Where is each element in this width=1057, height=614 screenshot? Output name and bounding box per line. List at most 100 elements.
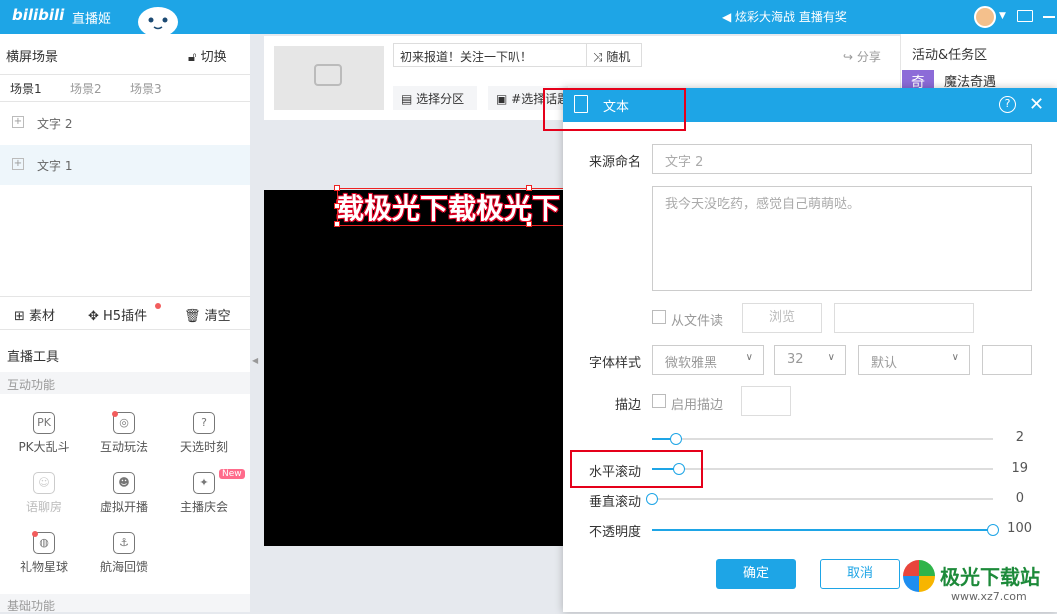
watermark-logo-icon <box>903 560 935 592</box>
tag-icon: ▣ <box>496 92 512 106</box>
resize-handle[interactable] <box>526 185 532 191</box>
switch-button[interactable]: 🔓︎ 切换 <box>188 46 227 65</box>
source-name-input[interactable]: 文字 2 <box>652 144 1032 174</box>
announcement-text[interactable]: ◀ 炫彩大海战 直播有奖 <box>722 8 847 25</box>
stroke-width-slider[interactable] <box>652 433 993 445</box>
highlight-frame <box>543 88 686 131</box>
tv-placeholder-icon <box>314 64 342 86</box>
add-material-button[interactable]: ⊞ 素材 <box>14 305 55 324</box>
source-item[interactable]: + 文字 1 <box>0 145 250 185</box>
font-weight-select[interactable]: 默认 ∨ <box>858 345 970 375</box>
horizontal-scroll-value: 19 <box>1011 461 1028 476</box>
tool-virtual-live[interactable]: ☻ 虚拟开播 <box>84 472 164 515</box>
minimize-icon[interactable] <box>1043 16 1055 18</box>
tab-scene-3[interactable]: 场景3 <box>130 80 162 97</box>
virtual-avatar-icon: ☻ <box>113 472 135 494</box>
new-badge: New <box>219 469 245 479</box>
tool-interactive-play[interactable]: ◎ 互动玩法 <box>84 412 164 455</box>
confirm-button[interactable]: 确定 <box>716 559 796 589</box>
preview-canvas[interactable] <box>264 190 564 546</box>
lottery-card-icon: ? <box>193 412 215 434</box>
lock-icon: 🔓︎ <box>188 50 201 65</box>
party-popper-icon: ✦ <box>193 472 215 494</box>
activity-title: 活动&任务区 <box>912 48 988 63</box>
resize-handle[interactable] <box>334 221 340 227</box>
user-avatar[interactable] <box>974 6 996 28</box>
slider-knob[interactable] <box>646 493 658 505</box>
mascot-icon <box>138 7 178 34</box>
file-path-input[interactable] <box>834 303 974 333</box>
interactive-section-label: 互动功能 <box>7 378 56 392</box>
speaker-icon: ◀ <box>722 10 736 24</box>
tool-lottery[interactable]: ? 天选时刻 <box>164 412 244 455</box>
horizontal-scroll-slider[interactable] <box>652 463 993 475</box>
tool-voyage-reward[interactable]: ⚓︎ 航海回馈 <box>84 532 164 575</box>
vertical-scroll-slider[interactable] <box>646 493 993 505</box>
vertical-scroll-label: 垂直滚动 <box>588 495 641 510</box>
tab-scene-1[interactable]: 场景1 <box>10 80 42 97</box>
plus-square-icon: ⊞ <box>14 309 30 324</box>
browse-button[interactable]: 浏览 <box>742 303 822 333</box>
chevron-down-icon: ∨ <box>827 352 835 363</box>
scene-tabs: 场景1 场景2 场景3 <box>0 74 250 102</box>
help-icon[interactable]: ? <box>999 96 1016 113</box>
notification-dot <box>32 531 38 537</box>
select-area-button[interactable]: ▤ 选择分区 <box>393 86 477 110</box>
chevron-down-icon: ∨ <box>745 352 753 363</box>
font-color-picker[interactable] <box>982 345 1032 375</box>
room-title-input[interactable]: 初来报道！关注一下叭！ <box>393 43 587 67</box>
tab-scene-2[interactable]: 场景2 <box>70 80 102 97</box>
expand-icon[interactable]: + <box>12 116 24 128</box>
opacity-value: 100 <box>1007 521 1032 536</box>
notification-dot <box>112 411 118 417</box>
resize-handle[interactable] <box>334 203 340 209</box>
text-content-area[interactable]: 我今天没吃药，感觉自己萌萌哒。 <box>652 186 1032 291</box>
notification-dot <box>155 303 161 309</box>
pk-icon: PK <box>33 412 55 434</box>
share-button[interactable]: ↪ 分享 <box>843 48 881 65</box>
scene-title: 横屏场景 <box>6 50 59 65</box>
random-button[interactable]: ⤨ 随机 <box>587 43 642 67</box>
enable-stroke-checkbox[interactable] <box>652 394 666 408</box>
font-size-select[interactable]: 32 ∨ <box>774 345 846 375</box>
tool-voice-room[interactable]: ☺ 语聊房 <box>4 472 84 515</box>
bilibili-logo: bilibili <box>12 6 65 24</box>
share-icon: ↪ <box>843 50 857 64</box>
read-from-file-label: 从文件读 <box>671 314 724 329</box>
opacity-slider[interactable] <box>652 524 999 536</box>
resize-handle[interactable] <box>334 185 340 191</box>
source-label: 文字 1 <box>37 159 73 173</box>
resize-handle[interactable] <box>526 221 532 227</box>
font-family-select[interactable]: 微软雅黑 ∨ <box>652 345 764 375</box>
book-icon: ▤ <box>401 92 417 106</box>
highlight-frame <box>570 450 703 488</box>
collapse-arrow-icon[interactable]: ◀ <box>252 356 260 372</box>
chevron-down-icon[interactable]: ▼ <box>999 11 1006 21</box>
selection-box[interactable] <box>334 185 565 227</box>
shuffle-icon: ⤨ <box>593 50 607 64</box>
people-icon: ☺ <box>33 472 55 494</box>
cancel-button[interactable]: 取消 <box>820 559 900 589</box>
clear-button[interactable]: 🗑︎ 清空 <box>184 305 231 324</box>
mail-icon[interactable] <box>1017 10 1033 22</box>
tool-gift-planet[interactable]: ◍ 礼物星球 <box>4 532 84 575</box>
stroke-width-value: 2 <box>1015 430 1024 445</box>
expand-icon[interactable]: + <box>12 158 24 170</box>
source-item[interactable]: + 文字 2 <box>0 103 250 143</box>
opacity-label: 不透明度 <box>588 525 641 540</box>
close-icon[interactable]: ✕ <box>1029 94 1044 115</box>
read-from-file-checkbox[interactable] <box>652 310 666 324</box>
app-name: 直播姬 <box>72 12 112 27</box>
tool-pk[interactable]: PK PK大乱斗 <box>4 412 84 455</box>
watermark-url: www.xz7.com <box>951 590 1027 603</box>
enable-stroke-label: 启用描边 <box>671 398 724 413</box>
slider-knob[interactable] <box>669 433 682 445</box>
anchor-icon: ⚓︎ <box>113 532 135 554</box>
basic-section-label: 基础功能 <box>7 599 56 613</box>
source-label: 文字 2 <box>37 117 73 131</box>
live-tools-title: 直播工具 <box>7 350 60 365</box>
h5-plugin-button[interactable]: ✥ H5插件 <box>88 305 147 324</box>
trash-icon: 🗑︎ <box>184 309 205 324</box>
vertical-scroll-value: 0 <box>1015 491 1024 506</box>
stroke-color-picker[interactable] <box>741 386 791 416</box>
